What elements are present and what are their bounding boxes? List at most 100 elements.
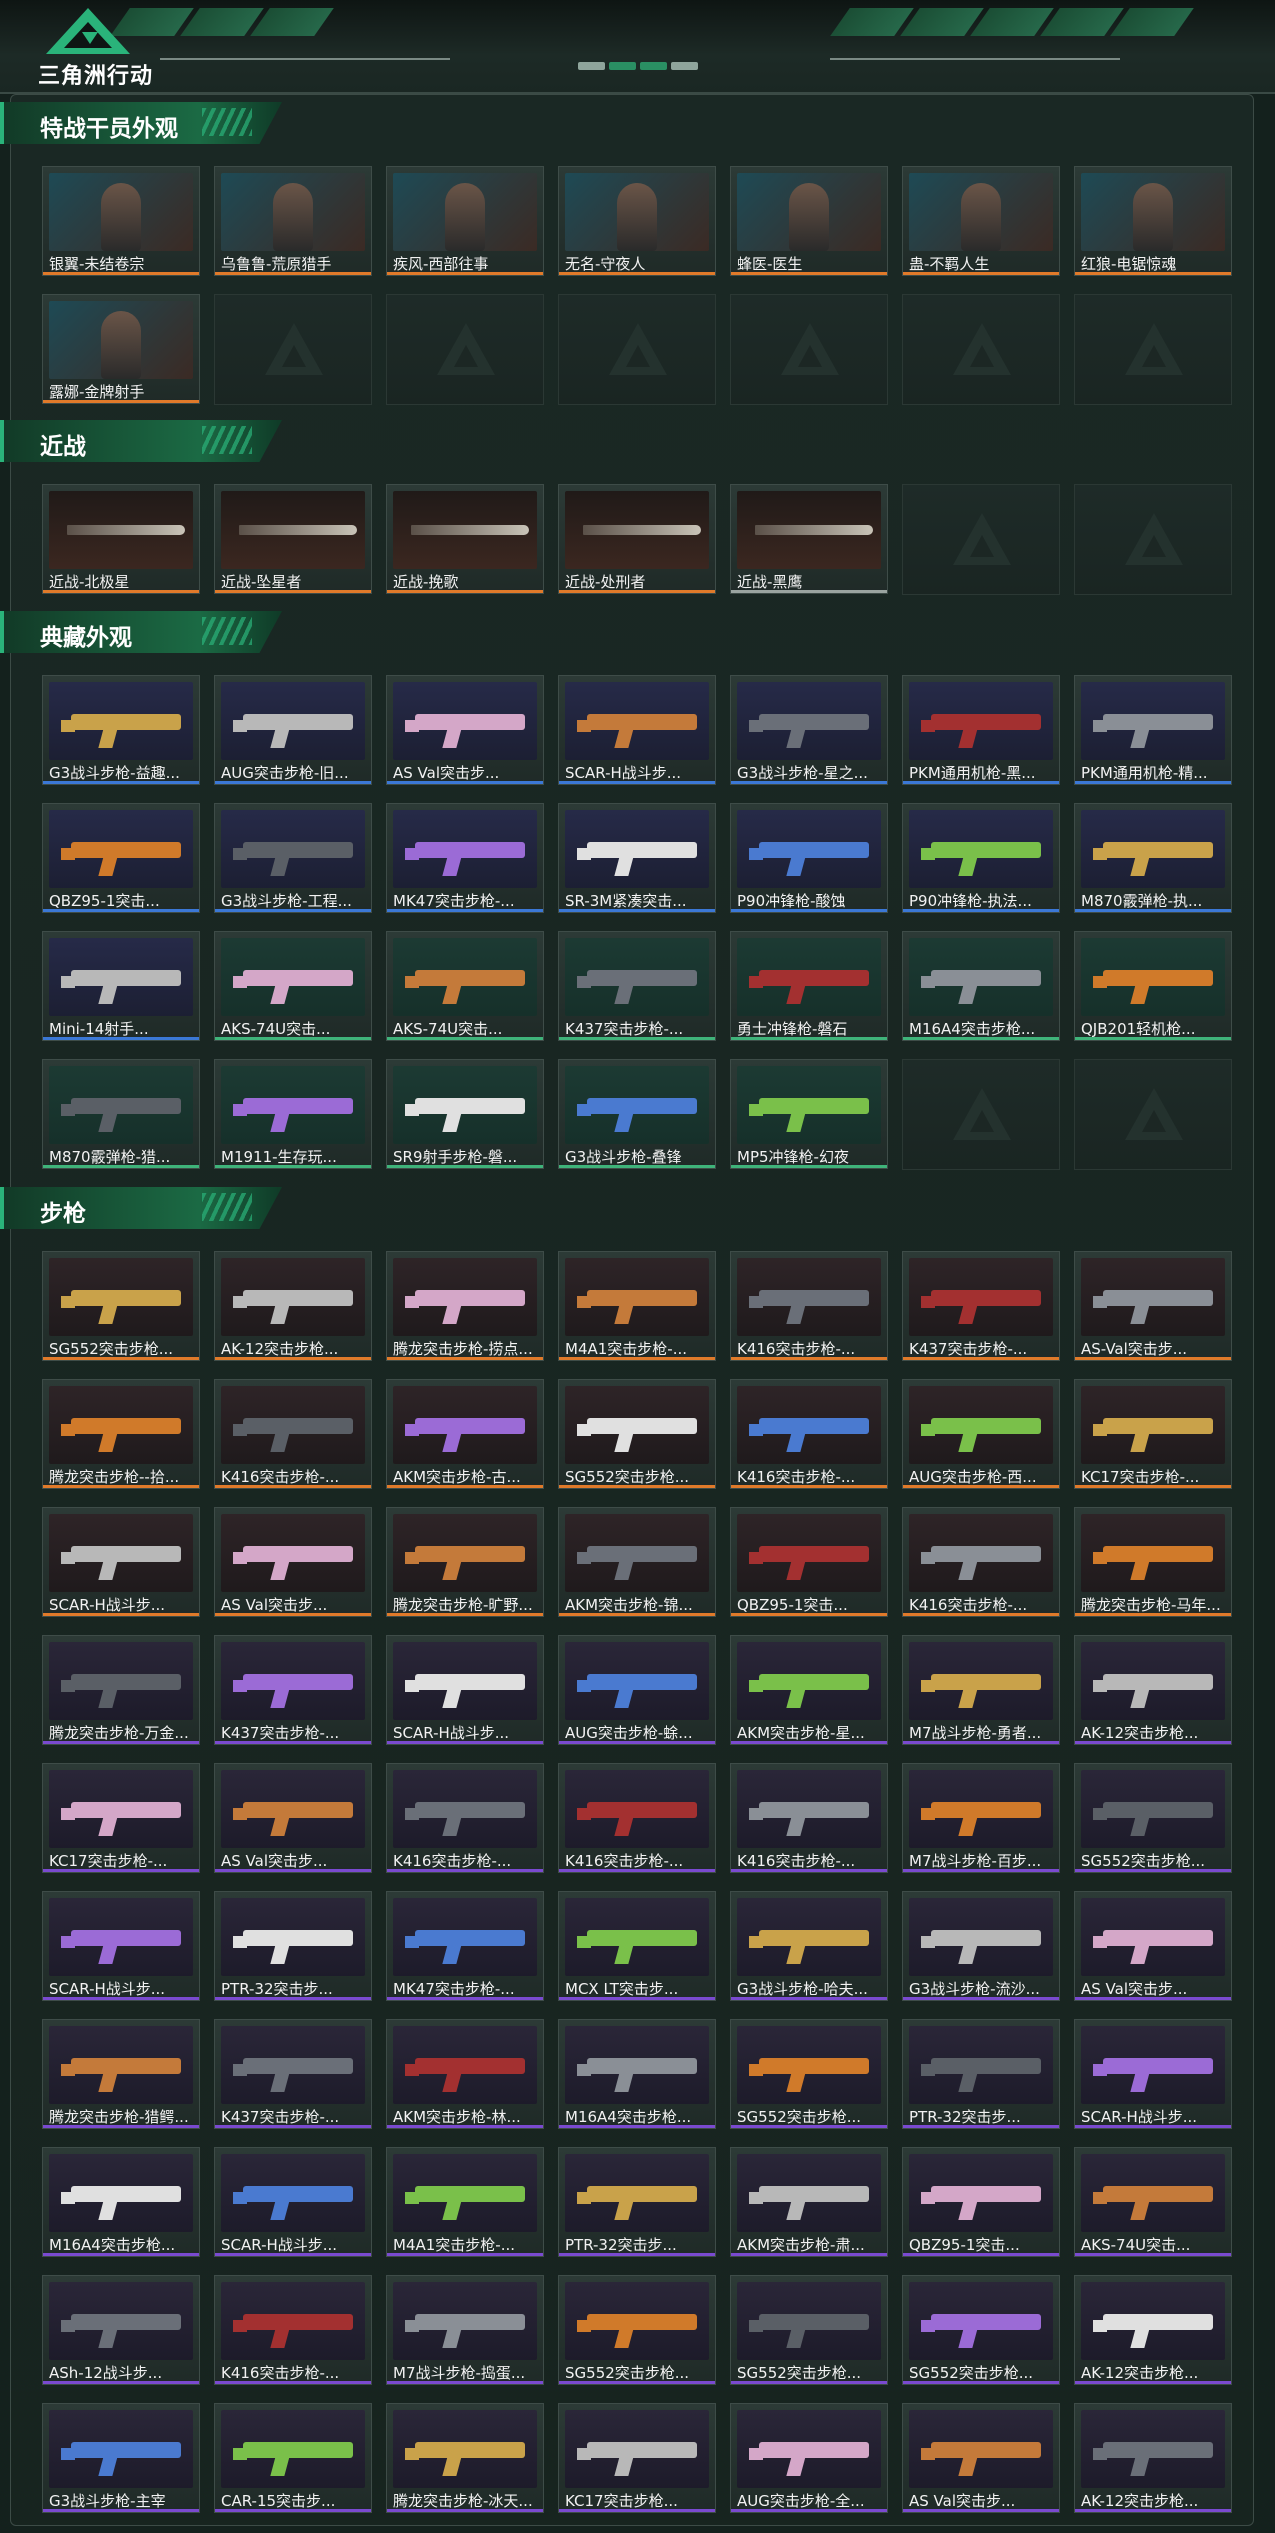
- collection-skin-card[interactable]: G3战斗步枪-益趣...: [42, 675, 200, 785]
- collection-skin-card[interactable]: PKM通用机枪-精...: [1074, 675, 1232, 785]
- collection-skin-card[interactable]: Mini-14射手...: [42, 931, 200, 1041]
- rifles-skin-card[interactable]: PTR-32突击步...: [902, 2019, 1060, 2129]
- rifles-skin-card[interactable]: 腾龙突击步枪-马年...: [1074, 1507, 1232, 1617]
- collection-skin-card[interactable]: G3战斗步枪-星之...: [730, 675, 888, 785]
- rifles-skin-card[interactable]: AKM突击步枪-星...: [730, 1635, 888, 1745]
- collection-skin-card[interactable]: QJB201轻机枪...: [1074, 931, 1232, 1041]
- collection-skin-card[interactable]: M870霰弹枪-执...: [1074, 803, 1232, 913]
- rifles-skin-card[interactable]: 腾龙突击步枪-旷野...: [386, 1507, 544, 1617]
- collection-skin-card[interactable]: AUG突击步枪-旧...: [214, 675, 372, 785]
- collection-skin-card[interactable]: SCAR-H战斗步...: [558, 675, 716, 785]
- rifles-skin-card[interactable]: SG552突击步枪...: [558, 1379, 716, 1489]
- rifles-skin-card[interactable]: K416突击步枪-...: [558, 1763, 716, 1873]
- collection-skin-card[interactable]: MP5冲锋枪-幻夜: [730, 1059, 888, 1169]
- collection-skin-card[interactable]: AKS-74U突击...: [386, 931, 544, 1041]
- rifles-skin-card[interactable]: K437突击步枪-...: [214, 1635, 372, 1745]
- rifles-skin-card[interactable]: AKM突击步枪-锦...: [558, 1507, 716, 1617]
- collection-skin-card[interactable]: 勇士冲锋枪-磐石: [730, 931, 888, 1041]
- collection-skin-card[interactable]: SR9射手步枪-磐...: [386, 1059, 544, 1169]
- rifles-skin-card[interactable]: M4A1突击步枪-...: [386, 2147, 544, 2257]
- rifles-skin-card[interactable]: SCAR-H战斗步...: [214, 2147, 372, 2257]
- rifles-skin-card[interactable]: AK-12突击步枪...: [1074, 1635, 1232, 1745]
- rifles-skin-card[interactable]: K416突击步枪-...: [730, 1763, 888, 1873]
- rifles-skin-card[interactable]: M16A4突击步枪...: [558, 2019, 716, 2129]
- rifles-skin-card[interactable]: SG552突击步枪...: [42, 1251, 200, 1361]
- rifles-skin-card[interactable]: KC17突击步枪-...: [1074, 1379, 1232, 1489]
- rifles-skin-card[interactable]: G3战斗步枪-流沙...: [902, 1891, 1060, 2001]
- rifles-skin-card[interactable]: K416突击步枪-...: [386, 1763, 544, 1873]
- collection-skin-card[interactable]: K437突击步枪-...: [558, 931, 716, 1041]
- rifles-skin-card[interactable]: 腾龙突击步枪--拾...: [42, 1379, 200, 1489]
- operators-skin-card[interactable]: 乌鲁鲁-荒原猎手: [214, 166, 372, 276]
- rifles-skin-card[interactable]: AS Val突击步...: [214, 1507, 372, 1617]
- collection-skin-card[interactable]: MK47突击步枪-...: [386, 803, 544, 913]
- rifles-skin-card[interactable]: AK-12突击步枪...: [1074, 2403, 1232, 2513]
- collection-skin-card[interactable]: M1911-生存玩...: [214, 1059, 372, 1169]
- rifles-skin-card[interactable]: PTR-32突击步...: [558, 2147, 716, 2257]
- rifles-skin-card[interactable]: M4A1突击步枪-...: [558, 1251, 716, 1361]
- operators-skin-card[interactable]: 银翼-未结卷宗: [42, 166, 200, 276]
- rifles-skin-card[interactable]: SG552突击步枪...: [558, 2275, 716, 2385]
- rifles-skin-card[interactable]: MK47突击步枪-...: [386, 1891, 544, 2001]
- rifles-skin-card[interactable]: M7战斗步枪-百步...: [902, 1763, 1060, 1873]
- collection-skin-card[interactable]: P90冲锋枪-执法...: [902, 803, 1060, 913]
- rifles-skin-card[interactable]: K437突击步枪-...: [214, 2019, 372, 2129]
- rifles-skin-card[interactable]: QBZ95-1突击...: [730, 1507, 888, 1617]
- rifles-skin-card[interactable]: K416突击步枪-...: [214, 1379, 372, 1489]
- collection-skin-card[interactable]: AS Val突击步...: [386, 675, 544, 785]
- collection-skin-card[interactable]: QBZ95-1突击...: [42, 803, 200, 913]
- melee-skin-card[interactable]: 近战-黑鹰: [730, 484, 888, 594]
- rifles-skin-card[interactable]: SCAR-H战斗步...: [42, 1507, 200, 1617]
- rifles-skin-card[interactable]: AS Val突击步...: [214, 1763, 372, 1873]
- melee-skin-card[interactable]: 近战-处刑者: [558, 484, 716, 594]
- collection-skin-card[interactable]: G3战斗步枪-工程...: [214, 803, 372, 913]
- rifles-skin-card[interactable]: K416突击步枪-...: [214, 2275, 372, 2385]
- rifles-skin-card[interactable]: MCX LT突击步...: [558, 1891, 716, 2001]
- melee-skin-card[interactable]: 近战-挽歌: [386, 484, 544, 594]
- collection-skin-card[interactable]: AKS-74U突击...: [214, 931, 372, 1041]
- rifles-skin-card[interactable]: 腾龙突击步枪-冰天...: [386, 2403, 544, 2513]
- rifles-skin-card[interactable]: SCAR-H战斗步...: [1074, 2019, 1232, 2129]
- rifles-skin-card[interactable]: G3战斗步枪-哈夫...: [730, 1891, 888, 2001]
- collection-skin-card[interactable]: P90冲锋枪-酸蚀: [730, 803, 888, 913]
- rifles-skin-card[interactable]: 腾龙突击步枪-万金...: [42, 1635, 200, 1745]
- rifles-skin-card[interactable]: M16A4突击步枪...: [42, 2147, 200, 2257]
- melee-skin-card[interactable]: 近战-北极星: [42, 484, 200, 594]
- rifles-skin-card[interactable]: SG552突击步枪...: [730, 2275, 888, 2385]
- operators-skin-card[interactable]: 露娜-金牌射手: [42, 294, 200, 404]
- rifles-skin-card[interactable]: K416突击步枪-...: [730, 1251, 888, 1361]
- operators-skin-card[interactable]: 无名-守夜人: [558, 166, 716, 276]
- rifles-skin-card[interactable]: SG552突击步枪...: [1074, 1763, 1232, 1873]
- rifles-skin-card[interactable]: SCAR-H战斗步...: [386, 1635, 544, 1745]
- rifles-skin-card[interactable]: K416突击步枪-...: [902, 1507, 1060, 1617]
- rifles-skin-card[interactable]: QBZ95-1突击...: [902, 2147, 1060, 2257]
- rifles-skin-card[interactable]: KC17突击步枪...: [558, 2403, 716, 2513]
- rifles-skin-card[interactable]: M7战斗步枪-捣蛋...: [386, 2275, 544, 2385]
- collection-skin-card[interactable]: M870霰弹枪-猎...: [42, 1059, 200, 1169]
- rifles-skin-card[interactable]: G3战斗步枪-主宰: [42, 2403, 200, 2513]
- rifles-skin-card[interactable]: AS Val突击步...: [902, 2403, 1060, 2513]
- rifles-skin-card[interactable]: 腾龙突击步枪-捞点...: [386, 1251, 544, 1361]
- rifles-skin-card[interactable]: PTR-32突击步...: [214, 1891, 372, 2001]
- rifles-skin-card[interactable]: KC17突击步枪-...: [42, 1763, 200, 1873]
- rifles-skin-card[interactable]: M7战斗步枪-勇者...: [902, 1635, 1060, 1745]
- rifles-skin-card[interactable]: AK-12突击步枪...: [1074, 2275, 1232, 2385]
- rifles-skin-card[interactable]: AS-Val突击步...: [1074, 1251, 1232, 1361]
- rifles-skin-card[interactable]: AUG突击步枪-蜍...: [558, 1635, 716, 1745]
- rifles-skin-card[interactable]: AKM突击步枪-肃...: [730, 2147, 888, 2257]
- rifles-skin-card[interactable]: K437突击步枪-...: [902, 1251, 1060, 1361]
- rifles-skin-card[interactable]: AUG突击步枪-西...: [902, 1379, 1060, 1489]
- collection-skin-card[interactable]: SR-3M紧凑突击...: [558, 803, 716, 913]
- rifles-skin-card[interactable]: SCAR-H战斗步...: [42, 1891, 200, 2001]
- collection-skin-card[interactable]: PKM通用机枪-黑...: [902, 675, 1060, 785]
- collection-skin-card[interactable]: M16A4突击步枪...: [902, 931, 1060, 1041]
- rifles-skin-card[interactable]: AS Val突击步...: [1074, 1891, 1232, 2001]
- rifles-skin-card[interactable]: SG552突击步枪...: [902, 2275, 1060, 2385]
- rifles-skin-card[interactable]: AKS-74U突击...: [1074, 2147, 1232, 2257]
- operators-skin-card[interactable]: 红狼-电锯惊魂: [1074, 166, 1232, 276]
- melee-skin-card[interactable]: 近战-坠星者: [214, 484, 372, 594]
- operators-skin-card[interactable]: 蜂医-医生: [730, 166, 888, 276]
- operators-skin-card[interactable]: 蛊-不羁人生: [902, 166, 1060, 276]
- operators-skin-card[interactable]: 疾风-西部往事: [386, 166, 544, 276]
- rifles-skin-card[interactable]: SG552突击步枪...: [730, 2019, 888, 2129]
